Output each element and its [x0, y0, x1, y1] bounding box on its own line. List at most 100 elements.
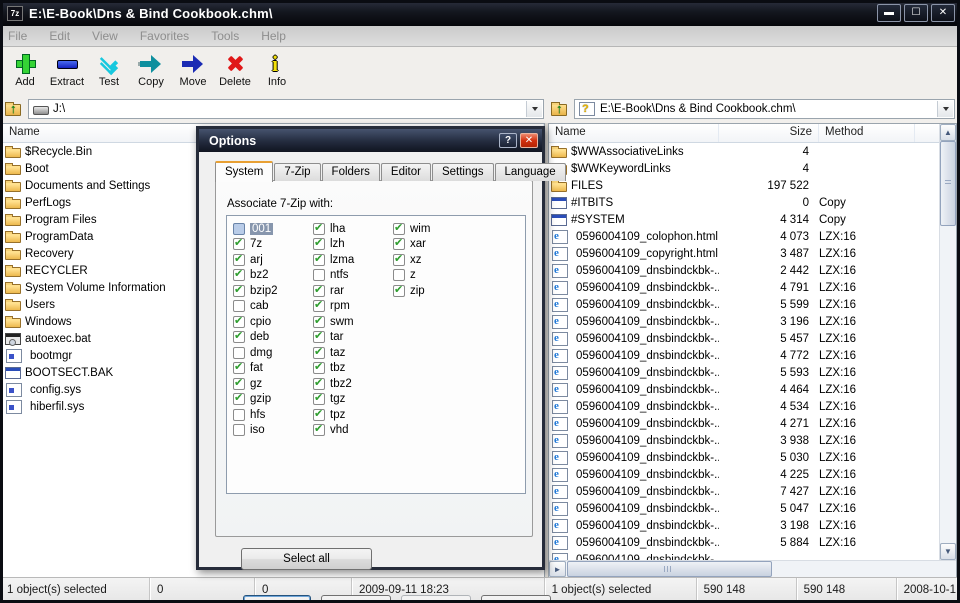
list-item[interactable]: 0596004109_dnsbindckbk-... 5 593 LZX:16: [549, 364, 939, 381]
list-item[interactable]: 0596004109_dnsbindckbk-...: [549, 551, 939, 560]
associate-item-taz[interactable]: taz: [313, 345, 393, 361]
menu-edit[interactable]: Edit: [49, 27, 80, 45]
associate-item-tbz[interactable]: tbz: [313, 360, 393, 377]
associate-item-xz[interactable]: xz: [393, 252, 473, 268]
menu-tools[interactable]: Tools: [211, 27, 249, 45]
associate-item-swm[interactable]: swm: [313, 314, 393, 330]
list-item[interactable]: 0596004109_dnsbindckbk-... 5 884 LZX:16: [549, 534, 939, 551]
list-item[interactable]: 0596004109_dnsbindckbk-... 4 225 LZX:16: [549, 466, 939, 483]
associate-item-001[interactable]: 001: [233, 221, 313, 237]
associate-item-ntfs[interactable]: ntfs: [313, 268, 393, 284]
toolbar-test-button[interactable]: Test: [88, 50, 130, 94]
dialog-help-button[interactable]: ?: [499, 133, 517, 148]
maximize-button[interactable]: ☐: [904, 4, 928, 22]
toolbar-move-button[interactable]: Move: [172, 50, 214, 94]
column-name[interactable]: Name: [549, 124, 719, 142]
associate-item-tgz[interactable]: tgz: [313, 391, 393, 408]
associate-item-iso[interactable]: iso: [233, 423, 313, 439]
help-button[interactable]: Help: [481, 595, 551, 603]
associate-item-7z[interactable]: 7z: [233, 236, 313, 253]
associate-item-lha[interactable]: lha: [313, 221, 393, 237]
associate-item-tbz2[interactable]: tbz2: [313, 376, 393, 392]
cancel-button[interactable]: Cancel: [321, 595, 391, 603]
list-item[interactable]: 0596004109_dnsbindckbk-... 5 599 LZX:16: [549, 296, 939, 313]
list-item[interactable]: 0596004109_dnsbindckbk-... 3 938 LZX:16: [549, 432, 939, 449]
associate-item-cpio[interactable]: cpio: [233, 314, 313, 330]
associate-item-cab[interactable]: cab: [233, 299, 313, 315]
tab-editor[interactable]: Editor: [380, 163, 431, 181]
chevron-down-icon[interactable]: [937, 101, 953, 117]
associate-item-rar[interactable]: rar: [313, 283, 393, 299]
list-item[interactable]: 0596004109_colophon.html 4 073 LZX:16: [549, 228, 939, 245]
associate-item-z[interactable]: z: [393, 268, 473, 284]
tab-settings[interactable]: Settings: [431, 163, 494, 181]
associate-item-rpm[interactable]: rpm: [313, 298, 393, 315]
scroll-up-icon[interactable]: ▲: [940, 124, 956, 141]
list-item[interactable]: 0596004109_dnsbindckbk-... 4 464 LZX:16: [549, 381, 939, 398]
minimize-button[interactable]: ▬: [877, 4, 901, 22]
menu-view[interactable]: View: [92, 27, 128, 45]
associate-item-gzip[interactable]: gzip: [233, 391, 313, 408]
list-item[interactable]: 0596004109_dnsbindckbk-... 5 030 LZX:16: [549, 449, 939, 466]
menu-file[interactable]: File: [8, 27, 37, 45]
list-item[interactable]: 0596004109_dnsbindckbk-... 4 791 LZX:16: [549, 279, 939, 296]
right-up-button[interactable]: [548, 97, 574, 121]
list-item[interactable]: 0596004109_dnsbindckbk-... 4 271 LZX:16: [549, 415, 939, 432]
associate-item-zip[interactable]: zip: [393, 283, 473, 299]
close-button[interactable]: ✕: [931, 4, 955, 22]
list-item[interactable]: $WWAssociativeLinks 4: [549, 143, 939, 160]
associate-item-wim[interactable]: wim: [393, 221, 473, 237]
dialog-titlebar[interactable]: Options ? ✕: [199, 129, 542, 152]
associate-item-fat[interactable]: fat: [233, 360, 313, 377]
left-up-button[interactable]: [2, 97, 28, 121]
associate-item-lzma[interactable]: lzma: [313, 252, 393, 268]
toolbar-info-button[interactable]: Info: [256, 50, 298, 94]
associate-item-xar[interactable]: xar: [393, 236, 473, 253]
associate-item-vhd[interactable]: vhd: [313, 422, 393, 439]
associate-item-hfs[interactable]: hfs: [233, 407, 313, 423]
left-address-combo[interactable]: J:\: [28, 99, 544, 119]
tab-language[interactable]: Language: [494, 163, 566, 181]
list-item[interactable]: 0596004109_dnsbindckbk-... 4 534 LZX:16: [549, 398, 939, 415]
list-item[interactable]: #SYSTEM 4 314 Copy: [549, 211, 939, 228]
list-item[interactable]: 0596004109_copyright.html 3 487 LZX:16: [549, 245, 939, 262]
select-all-button[interactable]: Select all: [241, 548, 372, 570]
column-size[interactable]: Size: [719, 124, 819, 142]
list-item[interactable]: FILES 197 522: [549, 177, 939, 194]
associate-item-gz[interactable]: gz: [233, 376, 313, 392]
list-item[interactable]: 0596004109_dnsbindckbk-... 5 047 LZX:16: [549, 500, 939, 517]
scrollbar-thumb[interactable]: [940, 141, 956, 226]
scrollbar-thumb[interactable]: [567, 561, 772, 577]
list-item[interactable]: 0596004109_dnsbindckbk-... 7 427 LZX:16: [549, 483, 939, 500]
right-address-combo[interactable]: E:\E-Book\Dns & Bind Cookbook.chm\: [574, 99, 955, 119]
list-item[interactable]: $WWKeywordLinks 4: [549, 160, 939, 177]
titlebar[interactable]: 7z E:\E-Book\Dns & Bind Cookbook.chm\ ▬ …: [0, 0, 960, 26]
scroll-down-icon[interactable]: ▼: [940, 543, 956, 560]
associate-item-dmg[interactable]: dmg: [233, 345, 313, 361]
menu-help[interactable]: Help: [261, 27, 296, 45]
scroll-right-icon[interactable]: ►: [549, 561, 566, 577]
associate-item-lzh[interactable]: lzh: [313, 236, 393, 253]
list-item[interactable]: 0596004109_dnsbindckbk-... 5 457 LZX:16: [549, 330, 939, 347]
list-item[interactable]: 0596004109_dnsbindckbk-... 2 442 LZX:16: [549, 262, 939, 279]
ok-button[interactable]: OK: [243, 595, 311, 603]
column-method[interactable]: Method: [819, 124, 915, 142]
list-item[interactable]: 0596004109_dnsbindckbk-... 3 198 LZX:16: [549, 517, 939, 534]
toolbar-add-button[interactable]: Add: [4, 50, 46, 94]
list-item[interactable]: 0596004109_dnsbindckbk-... 3 196 LZX:16: [549, 313, 939, 330]
list-item[interactable]: #ITBITS 0 Copy: [549, 194, 939, 211]
associate-item-arj[interactable]: arj: [233, 252, 313, 268]
associate-item-tpz[interactable]: tpz: [313, 407, 393, 423]
associate-item-bzip2[interactable]: bzip2: [233, 283, 313, 299]
associate-item-tar[interactable]: tar: [313, 329, 393, 346]
tab-system[interactable]: System: [215, 161, 274, 182]
tab-folders[interactable]: Folders: [321, 163, 380, 181]
dialog-close-button[interactable]: ✕: [520, 133, 538, 148]
tab-7-zip[interactable]: 7-Zip: [274, 163, 321, 181]
horizontal-scrollbar[interactable]: ◄ ►: [549, 560, 956, 577]
toolbar-delete-button[interactable]: Delete: [214, 50, 256, 94]
list-item[interactable]: 0596004109_dnsbindckbk-... 4 772 LZX:16: [549, 347, 939, 364]
vertical-scrollbar[interactable]: ▲ ▼: [939, 124, 956, 560]
toolbar-copy-button[interactable]: Copy: [130, 50, 172, 94]
chevron-down-icon[interactable]: [526, 101, 542, 117]
